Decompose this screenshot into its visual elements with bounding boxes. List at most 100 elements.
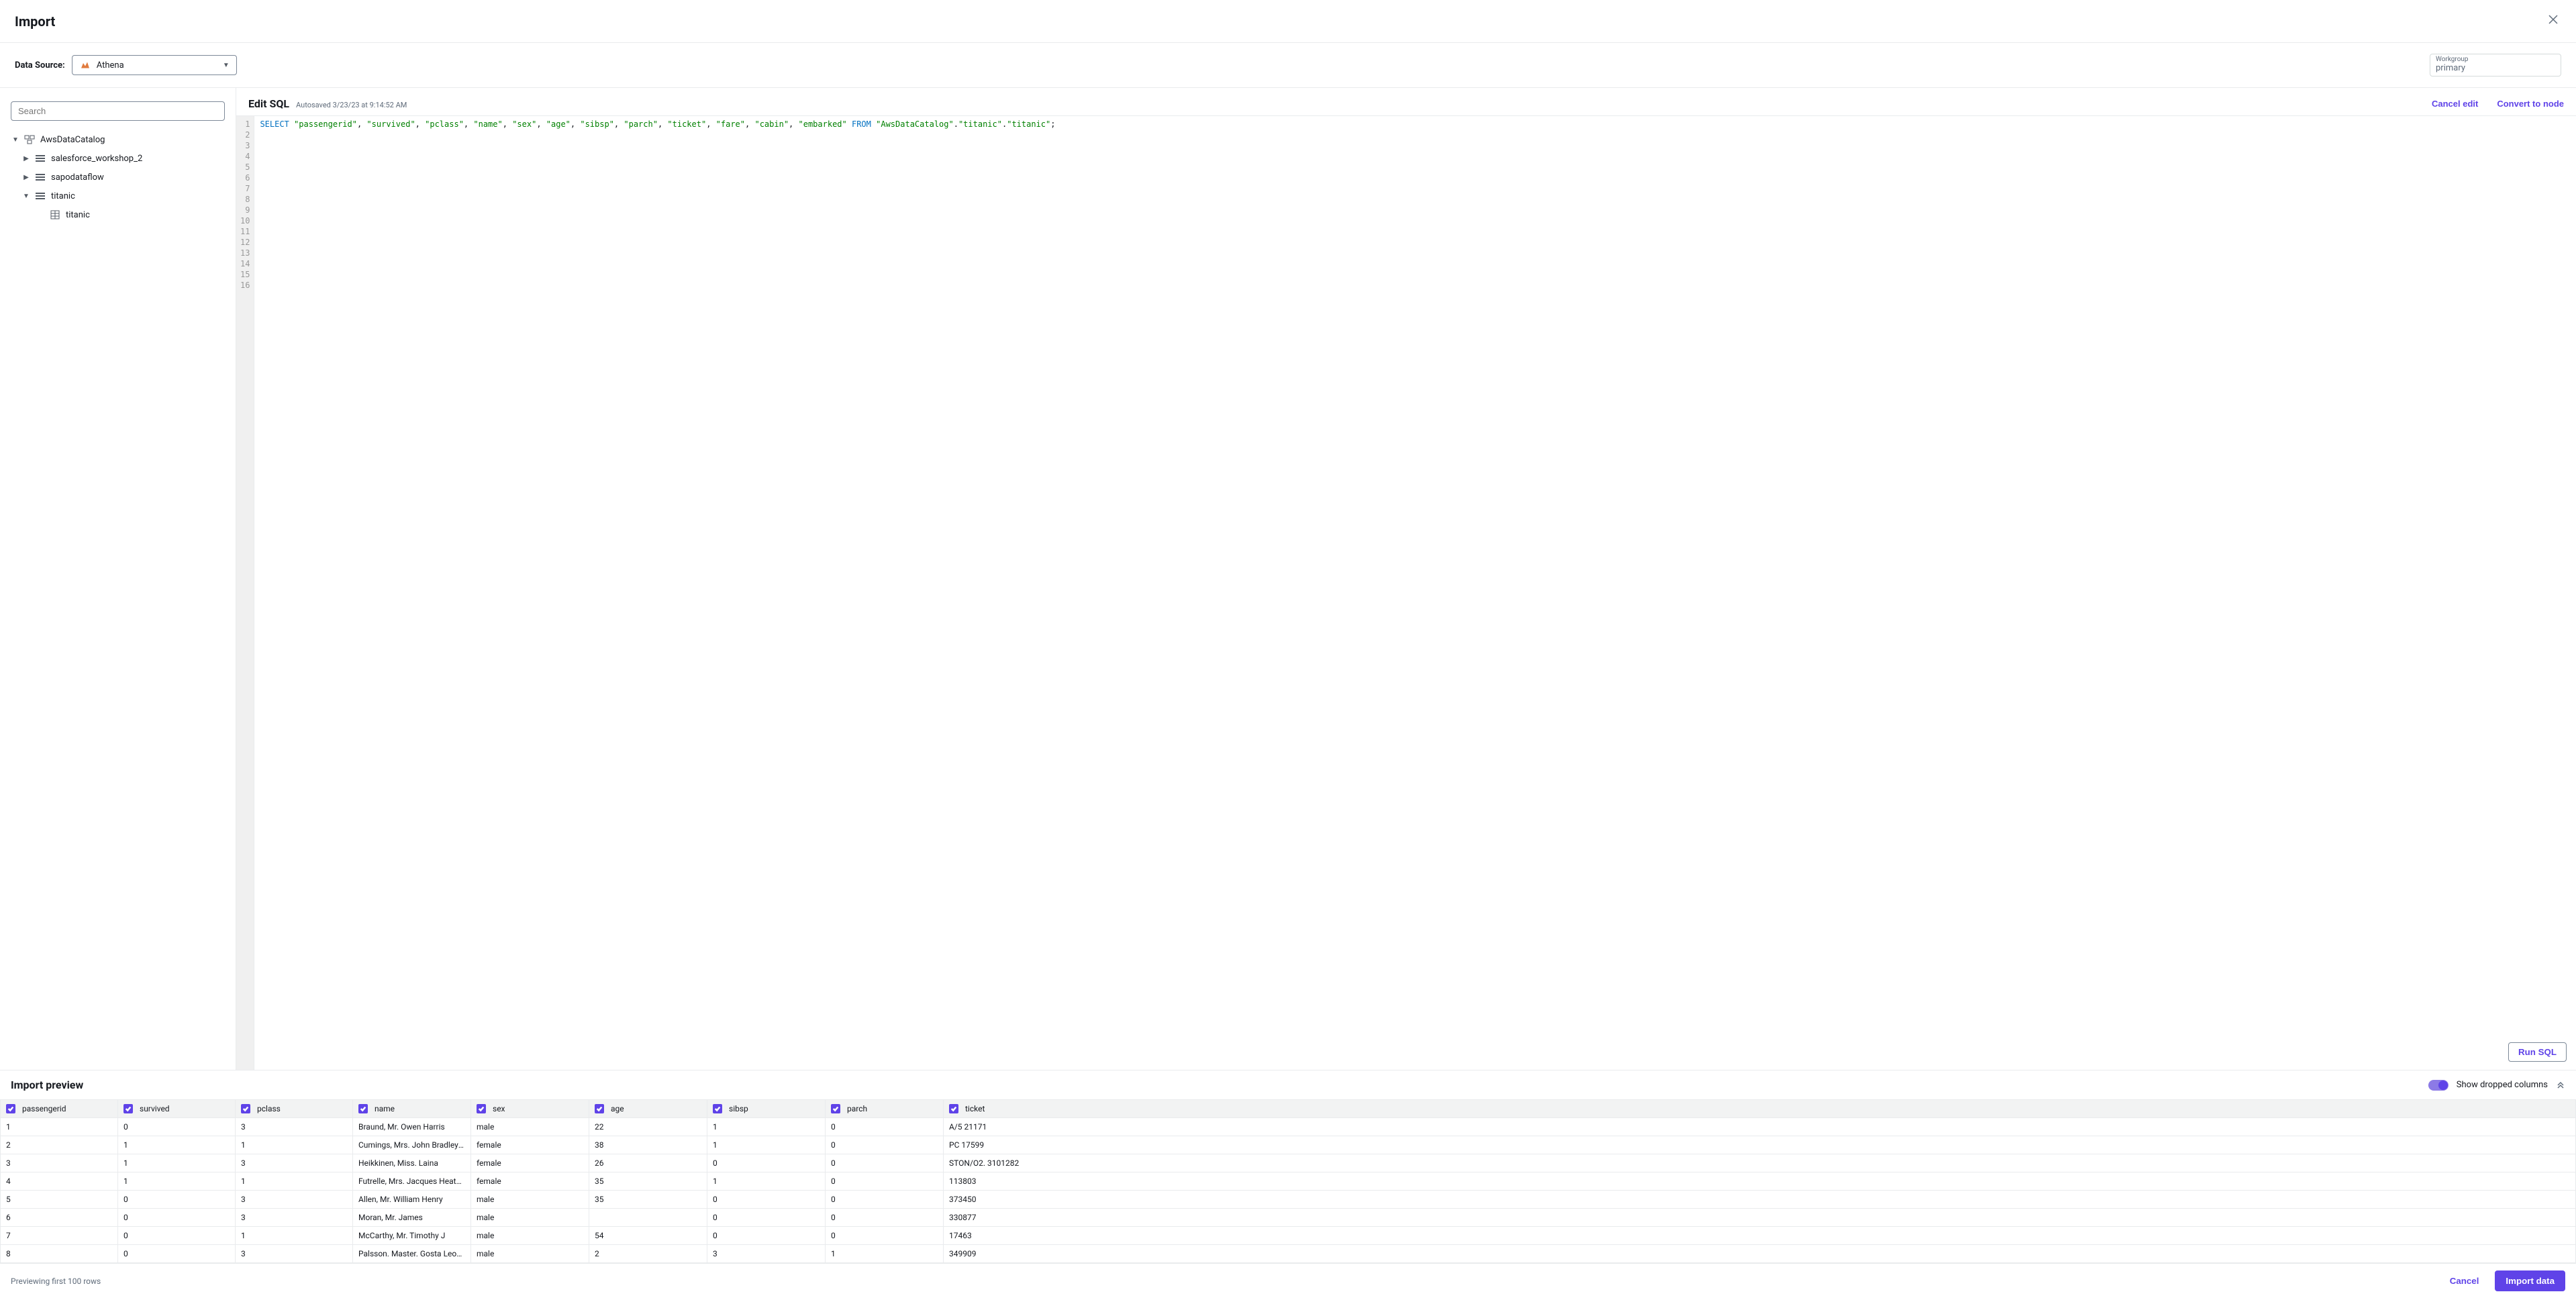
table-cell: PC 17599 [944,1136,2576,1154]
datasource-select[interactable]: Athena ▼ [72,55,237,75]
column-label: name [375,1104,395,1113]
tree-catalog-label: AwsDataCatalog [40,135,105,145]
workgroup-field[interactable]: Workgroup primary [2430,54,2561,77]
sql-code[interactable]: SELECT "passengerid", "survived", "pclas… [254,116,2576,1070]
table-cell: 6 [1,1209,118,1227]
table-body: 103Braund, Mr. Owen Harrismale2210A/5 21… [1,1118,2576,1263]
cancel-edit-button[interactable]: Cancel edit [2432,99,2478,109]
column-checkbox-pclass[interactable] [241,1104,250,1113]
column-checkbox-parch[interactable] [831,1104,840,1113]
table-cell: 5 [1,1191,118,1209]
table-cell: 0 [707,1191,826,1209]
column-label: survived [140,1104,170,1113]
tree-tables: titanic [21,205,225,224]
close-button[interactable] [2545,11,2561,32]
import-data-button[interactable]: Import data [2495,1270,2565,1291]
tree-db-titanic[interactable]: ▼ titanic [21,187,225,205]
column-checkbox-age[interactable] [595,1104,604,1113]
close-icon [2548,14,2559,25]
footer-status: Previewing first 100 rows [11,1277,101,1286]
table-cell: 1 [236,1172,353,1191]
column-header-name: name [353,1100,471,1118]
column-header-survived: survived [118,1100,236,1118]
table-cell: 0 [118,1245,236,1263]
column-checkbox-sibsp[interactable] [713,1104,722,1113]
table-cell: 54 [589,1227,707,1245]
line-gutter: 12345678910111213141516 [236,116,254,1070]
table-cell: 1 [236,1227,353,1245]
tree-db-sapodataflow[interactable]: ▶ sapodataflow [21,168,225,187]
table-icon [50,209,60,220]
table-cell: 0 [707,1227,826,1245]
column-header-ticket: ticket [944,1100,2576,1118]
column-label: sibsp [729,1104,748,1113]
table-cell: 2 [1,1136,118,1154]
column-header-sex: sex [471,1100,589,1118]
footer: Previewing first 100 rows Cancel Import … [0,1263,2576,1298]
table-cell: 0 [826,1209,944,1227]
code-editor[interactable]: 12345678910111213141516 SELECT "passenge… [236,115,2576,1070]
tree-db-label: titanic [51,191,75,201]
table-cell: female [471,1136,589,1154]
tree-catalog[interactable]: ▼ AwsDataCatalog [11,130,225,149]
column-checkbox-sex[interactable] [477,1104,486,1113]
tree-table-label: titanic [66,210,90,220]
table-cell: Heikkinen, Miss. Laina [353,1154,471,1172]
column-checkbox-passengerid[interactable] [6,1104,15,1113]
search-input[interactable] [11,101,225,121]
collapse-button[interactable] [2556,1079,2565,1091]
table-cell: 4 [1,1172,118,1191]
datasource-label: Data Source: [15,60,65,70]
convert-to-node-button[interactable]: Convert to node [2497,99,2564,109]
table-cell: 1 [707,1172,826,1191]
table-cell: 3 [1,1154,118,1172]
table-row: 603Moran, Mr. Jamesmale00330877 [1,1209,2576,1227]
caret-right-icon: ▶ [23,155,30,162]
table-row: 313Heikkinen, Miss. Lainafemale2600STON/… [1,1154,2576,1172]
column-checkbox-name[interactable] [358,1104,368,1113]
table-cell: male [471,1118,589,1136]
table-cell: 3 [236,1118,353,1136]
database-icon [35,191,46,201]
column-header-age: age [589,1100,707,1118]
table-cell: 1 [118,1136,236,1154]
table-cell: 113803 [944,1172,2576,1191]
table-cell: 35 [589,1172,707,1191]
table-cell: male [471,1245,589,1263]
table-cell: 38 [589,1136,707,1154]
cancel-button[interactable]: Cancel [2440,1270,2489,1291]
table-cell: 0 [826,1118,944,1136]
athena-icon [79,59,91,71]
tree-db-salesforce[interactable]: ▶ salesforce_workshop_2 [21,149,225,168]
table-cell: 1 [118,1154,236,1172]
show-dropped-toggle[interactable] [2428,1080,2448,1091]
editor-area: Edit SQL Autosaved 3/23/23 at 9:14:52 AM… [236,88,2576,1070]
table-cell: Moran, Mr. James [353,1209,471,1227]
table-cell: 1 [1,1118,118,1136]
table-cell: 1 [707,1118,826,1136]
table-cell: Cumings, Mrs. John Bradley (Florenc [353,1136,471,1154]
table-cell: McCarthy, Mr. Timothy J [353,1227,471,1245]
column-checkbox-ticket[interactable] [949,1104,958,1113]
workgroup-label: Workgroup [2436,56,2555,63]
table-cell: 8 [1,1245,118,1263]
column-header-pclass: pclass [236,1100,353,1118]
table-cell: 0 [707,1154,826,1172]
table-cell: 0 [826,1227,944,1245]
table-cell: Braund, Mr. Owen Harris [353,1118,471,1136]
table-cell: 373450 [944,1191,2576,1209]
datasource-bar: Data Source: Athena ▼ Workgroup primary [0,43,2576,88]
table-cell: 0 [707,1209,826,1227]
table-cell: 22 [589,1118,707,1136]
table-row: 701McCarthy, Mr. Timothy Jmale540017463 [1,1227,2576,1245]
table-cell: 0 [118,1209,236,1227]
table-cell: female [471,1172,589,1191]
table-cell: 35 [589,1191,707,1209]
catalog-icon [24,134,35,145]
main-area: ▼ AwsDataCatalog ▶ salesforce_workshop_2 [0,88,2576,1070]
run-sql-button[interactable]: Run SQL [2508,1042,2567,1062]
table-cell: 0 [826,1136,944,1154]
editor-header: Edit SQL Autosaved 3/23/23 at 9:14:52 AM… [236,88,2576,115]
column-checkbox-survived[interactable] [123,1104,133,1113]
tree-table-titanic[interactable]: titanic [48,205,225,224]
